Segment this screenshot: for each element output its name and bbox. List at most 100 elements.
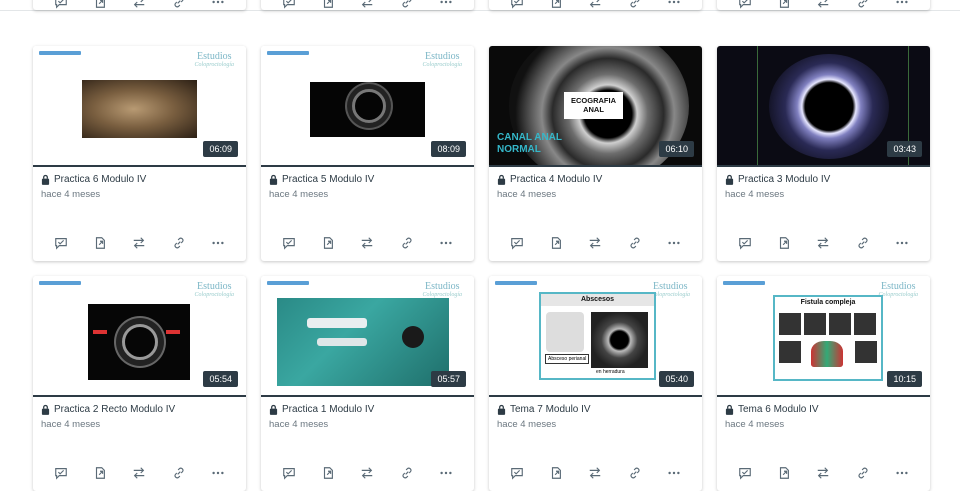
- link-button[interactable]: [170, 465, 188, 481]
- video-thumbnail[interactable]: Estudios Coloproctología 08:09: [261, 46, 474, 167]
- video-thumbnail[interactable]: Estudios Coloproctología 05:57: [261, 276, 474, 397]
- video-card-partial[interactable]: [489, 0, 702, 10]
- open-external-button[interactable]: [547, 0, 565, 10]
- link-button[interactable]: [854, 235, 872, 251]
- quiz-check-button[interactable]: [736, 0, 754, 10]
- video-thumbnail[interactable]: Estudios Coloproctología 06:09: [33, 46, 246, 167]
- quiz-check-button[interactable]: [52, 0, 70, 10]
- card-title[interactable]: Practica 5 Modulo IV: [269, 174, 474, 185]
- link-button[interactable]: [398, 235, 416, 251]
- link-icon: [402, 237, 412, 249]
- open-external-button[interactable]: [547, 235, 565, 251]
- link-button[interactable]: [170, 235, 188, 251]
- quiz-check-icon: [54, 468, 67, 480]
- quiz-check-button[interactable]: [736, 235, 754, 251]
- quiz-check-button[interactable]: [508, 235, 526, 251]
- card-title[interactable]: Practica 1 Modulo IV: [269, 404, 474, 415]
- video-card-partial[interactable]: [261, 0, 474, 10]
- swap-arrows-button[interactable]: [586, 0, 604, 10]
- more-options-button[interactable]: [437, 465, 455, 481]
- video-card[interactable]: Estudios Coloproctología 08:09 Practica 5…: [261, 46, 474, 261]
- link-button[interactable]: [398, 0, 416, 10]
- quiz-check-button[interactable]: [52, 465, 70, 481]
- more-options-button[interactable]: [665, 465, 683, 481]
- swap-arrows-button[interactable]: [586, 235, 604, 251]
- video-thumbnail[interactable]: Estudios Coloproctología 05:54: [33, 276, 246, 397]
- slide-header-badge: [495, 281, 537, 285]
- swap-arrows-button[interactable]: [130, 0, 148, 10]
- open-external-button[interactable]: [547, 465, 565, 481]
- video-card-partial[interactable]: [717, 0, 930, 10]
- video-card-partial[interactable]: [33, 0, 246, 10]
- more-options-button[interactable]: [209, 235, 227, 251]
- quiz-check-button[interactable]: [508, 0, 526, 10]
- more-options-button[interactable]: [893, 465, 911, 481]
- video-thumbnail[interactable]: 03:43: [717, 46, 930, 167]
- video-card[interactable]: Estudios Coloproctología Abscesos Absceso…: [489, 276, 702, 491]
- swap-arrows-button[interactable]: [586, 465, 604, 481]
- card-title[interactable]: Practica 4 Modulo IV: [497, 174, 702, 185]
- card-actions: [717, 465, 930, 481]
- swap-arrows-button[interactable]: [130, 465, 148, 481]
- open-external-button[interactable]: [319, 235, 337, 251]
- video-card[interactable]: 03:43 Practica 3 Modulo IV hace 4 meses: [717, 46, 930, 261]
- more-options-button[interactable]: [437, 235, 455, 251]
- open-external-button[interactable]: [91, 235, 109, 251]
- quiz-check-button[interactable]: [52, 235, 70, 251]
- card-title[interactable]: Tema 7 Modulo IV: [497, 404, 702, 415]
- open-external-button[interactable]: [775, 0, 793, 10]
- video-thumbnail[interactable]: Estudios Coloproctología Abscesos Absceso…: [489, 276, 702, 397]
- video-card[interactable]: ECOGRAFIA ANAL CANAL ANAL NORMAL 06:10 P…: [489, 46, 702, 261]
- swap-arrows-button[interactable]: [814, 0, 832, 10]
- swap-arrows-button[interactable]: [358, 465, 376, 481]
- link-button[interactable]: [170, 0, 188, 10]
- open-external-button[interactable]: [91, 465, 109, 481]
- quiz-check-button[interactable]: [280, 235, 298, 251]
- open-external-button[interactable]: [319, 465, 337, 481]
- video-thumbnail[interactable]: ECOGRAFIA ANAL CANAL ANAL NORMAL 06:10: [489, 46, 702, 167]
- ultrasound-image: [88, 304, 190, 380]
- swap-arrows-button[interactable]: [358, 235, 376, 251]
- link-button[interactable]: [854, 465, 872, 481]
- link-button[interactable]: [854, 0, 872, 10]
- open-external-button[interactable]: [319, 0, 337, 10]
- card-title[interactable]: Practica 2 Recto Modulo IV: [41, 404, 246, 415]
- link-button[interactable]: [626, 235, 644, 251]
- more-options-button[interactable]: [437, 0, 455, 10]
- more-options-button[interactable]: [893, 235, 911, 251]
- ultrasound-image: [769, 54, 889, 159]
- link-button[interactable]: [626, 465, 644, 481]
- swap-arrows-icon: [362, 467, 373, 479]
- more-options-button[interactable]: [665, 0, 683, 10]
- card-title[interactable]: Practica 6 Modulo IV: [41, 174, 246, 185]
- more-options-button[interactable]: [209, 465, 227, 481]
- swap-arrows-button[interactable]: [814, 465, 832, 481]
- swap-arrows-button[interactable]: [130, 235, 148, 251]
- quiz-check-icon: [738, 238, 751, 250]
- video-card[interactable]: Estudios Coloproctología 05:54 Practica 2…: [33, 276, 246, 491]
- ultrasound-image: [310, 82, 425, 137]
- more-options-icon: [896, 241, 908, 245]
- link-button[interactable]: [626, 0, 644, 10]
- video-card[interactable]: Estudios Coloproctología Fistula compleja…: [717, 276, 930, 491]
- video-card[interactable]: Estudios Coloproctología 05:57 Practica 1…: [261, 276, 474, 491]
- swap-arrows-button[interactable]: [814, 235, 832, 251]
- card-title[interactable]: Tema 6 Modulo IV: [725, 404, 930, 415]
- open-external-button[interactable]: [775, 235, 793, 251]
- more-options-button[interactable]: [893, 0, 911, 10]
- link-icon: [858, 0, 868, 8]
- link-button[interactable]: [398, 465, 416, 481]
- quiz-check-button[interactable]: [736, 465, 754, 481]
- more-options-button[interactable]: [665, 235, 683, 251]
- quiz-check-button[interactable]: [280, 0, 298, 10]
- quiz-check-button[interactable]: [508, 465, 526, 481]
- more-options-button[interactable]: [209, 0, 227, 10]
- video-thumbnail[interactable]: Estudios Coloproctología Fistula compleja…: [717, 276, 930, 397]
- quiz-check-button[interactable]: [280, 465, 298, 481]
- swap-arrows-button[interactable]: [358, 0, 376, 10]
- open-external-button[interactable]: [91, 0, 109, 10]
- card-title[interactable]: Practica 3 Modulo IV: [725, 174, 930, 185]
- open-external-button[interactable]: [775, 465, 793, 481]
- brand-logo: Estudios Coloproctología: [194, 51, 234, 69]
- video-card[interactable]: Estudios Coloproctología 06:09 Practica 6…: [33, 46, 246, 261]
